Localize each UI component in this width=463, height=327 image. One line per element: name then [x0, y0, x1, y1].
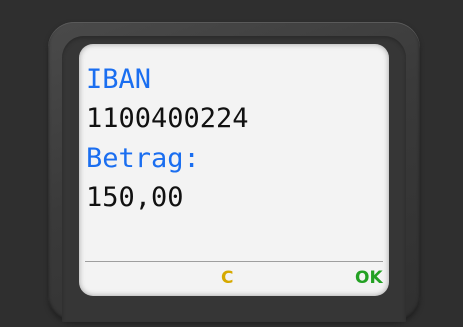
iban-label: IBAN: [86, 64, 152, 95]
iban-value: 1100400224: [86, 103, 249, 134]
amount-label: Betrag:: [86, 143, 200, 174]
softkey-divider: [85, 261, 383, 262]
clear-softkey[interactable]: C: [221, 268, 233, 288]
amount-value: 150,00: [86, 182, 184, 213]
ok-softkey[interactable]: OK: [355, 268, 383, 288]
terminal-display: IBAN 1100400224 Betrag: 150,00 C OK: [79, 44, 389, 296]
